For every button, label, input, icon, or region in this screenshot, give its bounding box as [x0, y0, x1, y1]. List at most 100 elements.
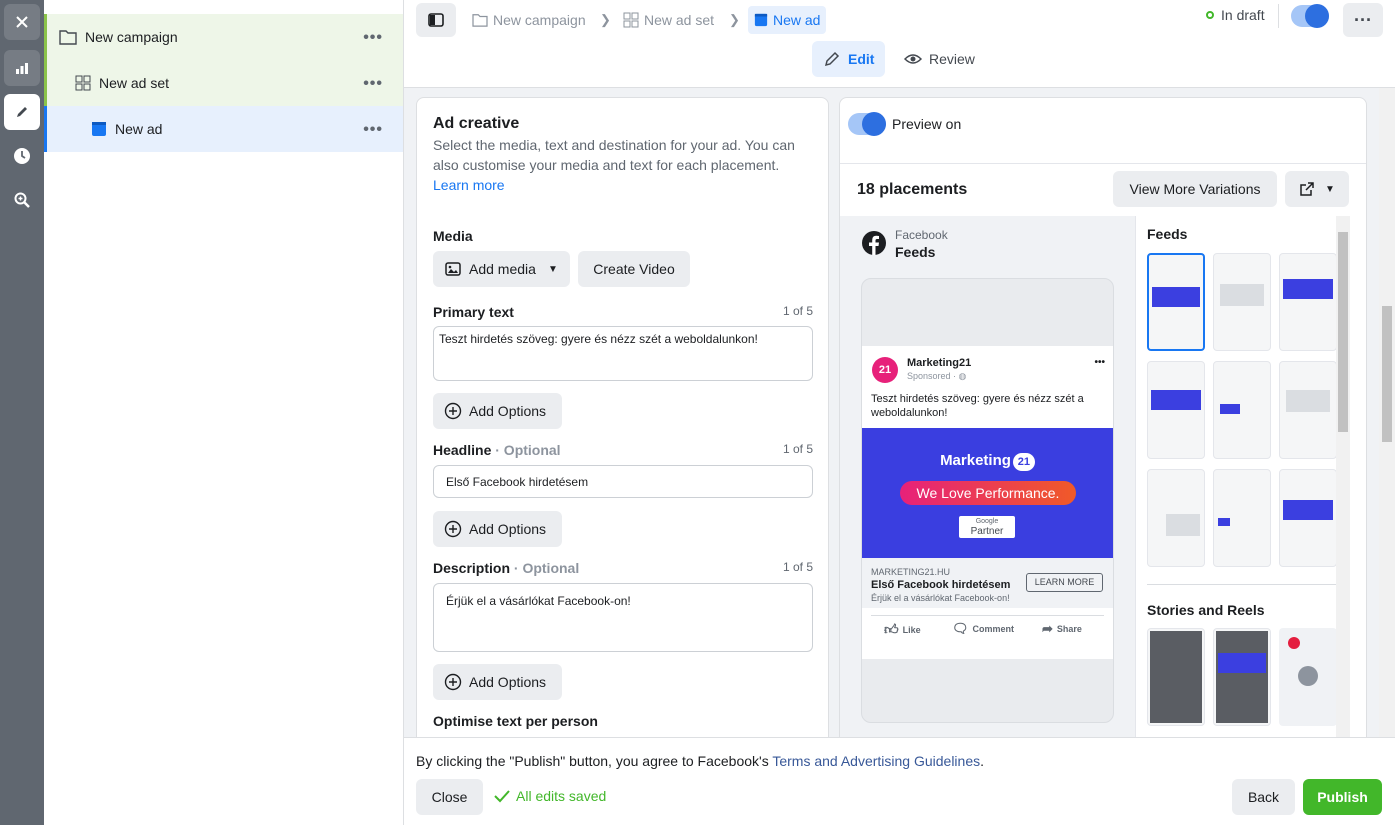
sidebar-toggle-icon: [428, 13, 444, 27]
main-scrollbar[interactable]: [1379, 88, 1395, 737]
media-label: Media: [433, 228, 473, 244]
chart-icon: [16, 63, 28, 74]
view-more-variations-button[interactable]: View More Variations: [1113, 171, 1277, 207]
post-link-section[interactable]: MARKETING21.HU Első Facebook hirdetésem …: [862, 558, 1113, 608]
placement-thumbnail[interactable]: [1213, 628, 1271, 726]
placement-thumbnail[interactable]: [1147, 253, 1205, 351]
reporting-button[interactable]: [4, 50, 40, 86]
divider: [1147, 584, 1337, 585]
add-options-button[interactable]: Add Options: [433, 511, 562, 547]
phone-mockup: 21 Marketing21 Sponsored · ◍ ••• Teszt h…: [861, 278, 1114, 723]
learn-more-link[interactable]: Learn more: [433, 175, 813, 195]
history-button[interactable]: [4, 138, 40, 174]
placement-thumbnail[interactable]: [1279, 361, 1337, 459]
comment-action[interactable]: 🗨︎ Comment: [952, 621, 1014, 637]
back-button[interactable]: Back: [1232, 779, 1295, 815]
placement-thumbnail[interactable]: [1279, 469, 1337, 567]
add-options-label: Add Options: [469, 674, 547, 690]
primary-text-field[interactable]: Teszt hirdetés szöveg: gyere és nézz szé…: [433, 326, 813, 381]
toggle-knob: [1305, 4, 1329, 28]
placement-thumbnail[interactable]: [1147, 469, 1205, 567]
section-title: Ad creative: [433, 115, 520, 132]
banner-tagline: We Love Performance.: [900, 481, 1076, 505]
toggle-panel-button[interactable]: [416, 3, 456, 37]
close-button[interactable]: Close: [416, 779, 483, 815]
preview-toggle-label: Preview on: [892, 116, 962, 132]
tree-item-ad[interactable]: New ad •••: [44, 106, 403, 152]
pencil-icon: [824, 51, 840, 67]
description-field[interactable]: Érjük el a vásárlókat Facebook-on!: [433, 583, 813, 652]
image-icon: [445, 262, 461, 276]
preview-toggle[interactable]: [848, 112, 886, 136]
tab-edit[interactable]: Edit: [812, 41, 885, 77]
placement-thumbnail[interactable]: [1147, 628, 1205, 726]
globe-icon: ◍: [958, 371, 967, 381]
clock-icon: [14, 148, 30, 164]
more-icon[interactable]: •••: [363, 29, 383, 47]
headline-field[interactable]: Első Facebook hirdetésem: [433, 465, 813, 498]
scrollbar-thumb[interactable]: [1338, 232, 1348, 432]
more-icon[interactable]: •••: [363, 75, 383, 93]
tree-item-adset[interactable]: New ad set •••: [44, 60, 403, 106]
breadcrumb-campaign[interactable]: New campaign: [472, 6, 586, 34]
share-preview-button[interactable]: ▼: [1285, 171, 1349, 207]
footer: By clicking the "Publish" button, you ag…: [404, 737, 1395, 825]
messenger-icon: [1298, 666, 1318, 686]
toggle-knob: [862, 112, 886, 136]
platform-label: Facebook: [895, 228, 948, 242]
chevron-right-icon: ❯: [600, 12, 611, 27]
save-status: All edits saved: [494, 788, 606, 804]
create-video-button[interactable]: Create Video: [578, 251, 690, 287]
tab-review[interactable]: Review: [894, 41, 984, 77]
edit-mode-button[interactable]: [4, 94, 40, 130]
terms-notice-suffix: .: [980, 753, 985, 769]
thumbnails-scrollbar[interactable]: [1336, 216, 1350, 737]
terms-link[interactable]: Terms and Advertising Guidelines: [772, 753, 980, 769]
more-icon[interactable]: •••: [363, 121, 383, 139]
placement-thumbnail[interactable]: [1279, 628, 1337, 726]
placement-thumbnail[interactable]: [1213, 469, 1271, 567]
placement-thumbnail[interactable]: [1213, 361, 1271, 459]
search-button[interactable]: [4, 182, 40, 218]
post-domain: MARKETING21.HU: [871, 567, 951, 577]
placement-thumbnail[interactable]: [1279, 253, 1337, 351]
post-more-icon[interactable]: •••: [1094, 357, 1105, 368]
scrollbar-thumb[interactable]: [1382, 306, 1392, 442]
post-headline: Első Facebook hirdetésem: [871, 579, 1011, 591]
folder-icon: [472, 14, 488, 27]
ad-icon: [754, 13, 768, 27]
divider: [1278, 4, 1279, 28]
more-options-button[interactable]: ···: [1343, 3, 1383, 37]
status-label: In draft: [1221, 7, 1265, 23]
publish-button[interactable]: Publish: [1303, 779, 1382, 815]
breadcrumb-campaign-label: New campaign: [493, 12, 586, 28]
placement-thumbnail[interactable]: [1213, 253, 1271, 351]
terms-notice: By clicking the "Publish" button, you ag…: [416, 753, 984, 769]
close-button[interactable]: [4, 4, 40, 40]
campaign-status-toggle[interactable]: [1291, 4, 1329, 28]
optional-label: · Optional: [491, 442, 561, 458]
create-video-label: Create Video: [593, 261, 675, 277]
folder-icon: [59, 30, 77, 45]
status-badge: In draft: [1206, 7, 1265, 23]
tree-item-campaign[interactable]: New campaign •••: [44, 14, 403, 60]
headline-label-text: Headline: [433, 442, 492, 458]
grid-icon: [75, 75, 91, 91]
like-action[interactable]: 👍︎ Like: [884, 621, 921, 638]
plus-circle-icon: [444, 402, 462, 420]
tree-campaign-label: New campaign: [85, 29, 178, 45]
google-partner-badge: Google Partner: [959, 516, 1015, 538]
close-icon: [16, 16, 28, 28]
primary-text-label: Primary text: [433, 304, 514, 320]
post-text: Teszt hirdetés szöveg: gyere és nézz szé…: [871, 393, 1084, 419]
eye-icon: [904, 54, 922, 64]
breadcrumb-ad[interactable]: New ad: [748, 6, 827, 34]
placement-thumbnail[interactable]: [1147, 361, 1205, 459]
add-options-button[interactable]: Add Options: [433, 393, 562, 429]
add-media-button[interactable]: Add media ▼: [433, 251, 570, 287]
breadcrumb-adset[interactable]: New ad set: [623, 6, 714, 34]
learn-more-cta[interactable]: LEARN MORE: [1026, 573, 1103, 592]
share-action[interactable]: ➦ Share: [1042, 621, 1082, 637]
add-options-button[interactable]: Add Options: [433, 664, 562, 700]
unavailable-icon: [1288, 637, 1300, 649]
